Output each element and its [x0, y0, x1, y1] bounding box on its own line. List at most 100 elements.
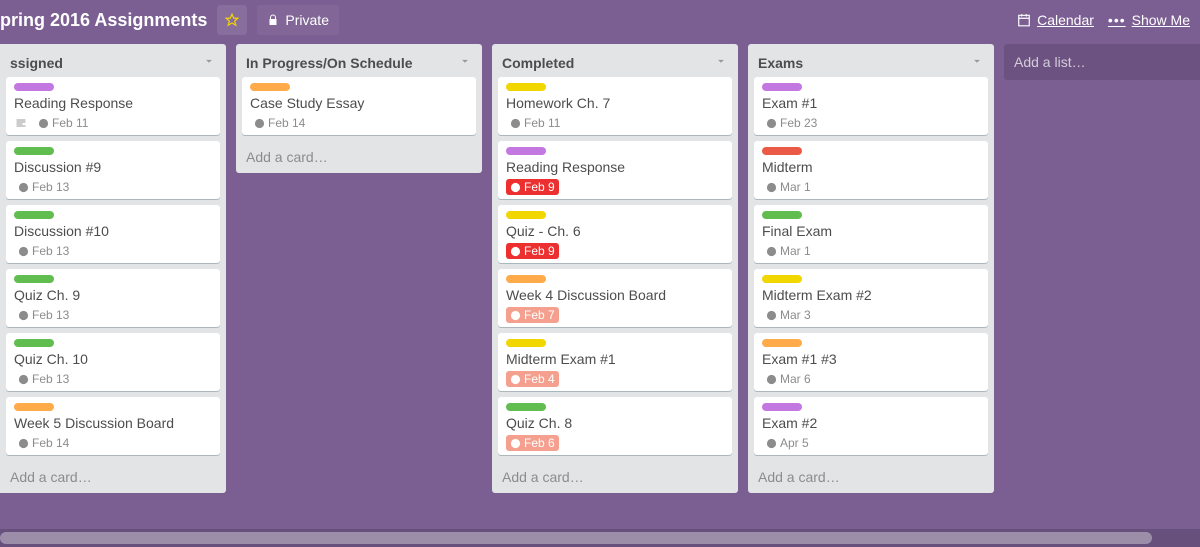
card[interactable]: Exam #1 #3 Mar 6	[754, 333, 988, 391]
list-menu-icon[interactable]	[458, 54, 472, 71]
card[interactable]: Midterm Exam #2 Mar 3	[754, 269, 988, 327]
list-header[interactable]: ssigned	[0, 44, 226, 77]
card[interactable]: Discussion #9 Feb 13	[6, 141, 220, 199]
card[interactable]: Week 5 Discussion Board Feb 14	[6, 397, 220, 455]
horizontal-scrollbar[interactable]	[0, 529, 1200, 547]
card[interactable]: Midterm Mar 1	[754, 141, 988, 199]
due-date-badge: Feb 6	[506, 435, 559, 451]
card-badges: Feb 13	[14, 243, 212, 259]
add-list-button[interactable]: Add a list…	[1004, 44, 1200, 80]
label-row	[506, 83, 724, 91]
list-header[interactable]: Exams	[748, 44, 994, 77]
card[interactable]: Final Exam Mar 1	[754, 205, 988, 263]
card-badges: Mar 6	[762, 371, 980, 387]
card[interactable]: Exam #2 Apr 5	[754, 397, 988, 455]
due-date-badge: Feb 23	[762, 115, 821, 131]
label-row	[762, 211, 980, 219]
due-date-text: Feb 14	[268, 116, 305, 130]
due-date-badge: Feb 13	[14, 307, 73, 323]
card-title: Discussion #10	[14, 223, 212, 239]
due-date-text: Feb 4	[524, 372, 555, 386]
card[interactable]: Quiz - Ch. 6 Feb 9	[498, 205, 732, 263]
card-title: Week 4 Discussion Board	[506, 287, 724, 303]
lock-icon	[267, 14, 279, 26]
label-row	[762, 83, 980, 91]
add-card-button[interactable]: Add a card…	[236, 141, 482, 173]
card[interactable]: Discussion #10 Feb 13	[6, 205, 220, 263]
card-badges: Feb 14	[14, 435, 212, 451]
due-date-badge: Mar 6	[762, 371, 815, 387]
due-date-text: Feb 11	[52, 116, 88, 130]
card-badges: Feb 9	[506, 243, 724, 259]
star-button[interactable]	[217, 5, 247, 35]
card-title: Case Study Essay	[250, 95, 468, 111]
card[interactable]: Homework Ch. 7 Feb 11	[498, 77, 732, 135]
add-card-button[interactable]: Add a card…	[492, 461, 738, 493]
due-date-text: Feb 11	[524, 116, 560, 130]
list-header[interactable]: Completed	[492, 44, 738, 77]
label-row	[250, 83, 468, 91]
add-card-button[interactable]: Add a card…	[0, 461, 226, 493]
card-title: Midterm Exam #2	[762, 287, 980, 303]
card[interactable]: Quiz Ch. 10 Feb 13	[6, 333, 220, 391]
card-title: Exam #1 #3	[762, 351, 980, 367]
card[interactable]: Exam #1 Feb 23	[754, 77, 988, 135]
card[interactable]: Reading Response Feb 9	[498, 141, 732, 199]
list-title: Completed	[502, 55, 574, 71]
card-badges: Feb 23	[762, 115, 980, 131]
card-badges: Mar 3	[762, 307, 980, 323]
due-date-text: Feb 7	[524, 308, 555, 322]
card-badges: Feb 14	[250, 115, 468, 131]
card-title: Discussion #9	[14, 159, 212, 175]
card-label	[14, 275, 54, 283]
list-title: Exams	[758, 55, 803, 71]
cards-container: Homework Ch. 7 Feb 11 Reading Response F…	[492, 77, 738, 461]
privacy-button[interactable]: Private	[257, 5, 339, 35]
due-date-badge: Mar 1	[762, 243, 815, 259]
label-row	[506, 339, 724, 347]
card-label	[14, 211, 54, 219]
list-menu-icon[interactable]	[970, 54, 984, 71]
card[interactable]: Reading Response Feb 11	[6, 77, 220, 135]
board-title[interactable]: pring 2016 Assignments	[0, 10, 207, 31]
menu-label: Show Me	[1132, 12, 1190, 28]
label-row	[14, 339, 212, 347]
card[interactable]: Midterm Exam #1 Feb 4	[498, 333, 732, 391]
card[interactable]: Case Study Essay Feb 14	[242, 77, 476, 135]
scrollbar-thumb[interactable]	[0, 532, 1152, 544]
card[interactable]: Quiz Ch. 9 Feb 13	[6, 269, 220, 327]
due-date-text: Feb 23	[780, 116, 817, 130]
list: In Progress/On Schedule Case Study Essay…	[236, 44, 482, 173]
card-title: Final Exam	[762, 223, 980, 239]
board-canvas[interactable]: ssigned Reading Response Feb 11 Discussi…	[0, 40, 1200, 529]
card-title: Quiz Ch. 10	[14, 351, 212, 367]
card-title: Week 5 Discussion Board	[14, 415, 212, 431]
due-date-text: Feb 9	[524, 180, 555, 194]
due-date-text: Mar 3	[780, 308, 811, 322]
list: Completed Homework Ch. 7 Feb 11 Reading …	[492, 44, 738, 493]
card-title: Reading Response	[14, 95, 212, 111]
calendar-link[interactable]: Calendar	[1017, 12, 1094, 28]
card-badges: Feb 4	[506, 371, 724, 387]
privacy-label: Private	[285, 12, 329, 28]
due-date-badge: Feb 4	[506, 371, 559, 387]
card-label	[506, 403, 546, 411]
list-menu-icon[interactable]	[202, 54, 216, 71]
card-title: Reading Response	[506, 159, 724, 175]
card-badges: Feb 13	[14, 371, 212, 387]
card-badges: Feb 6	[506, 435, 724, 451]
card-label	[14, 403, 54, 411]
card[interactable]: Week 4 Discussion Board Feb 7	[498, 269, 732, 327]
add-card-button[interactable]: Add a card…	[748, 461, 994, 493]
show-menu-link[interactable]: ••• Show Me	[1108, 12, 1190, 28]
ellipsis-icon: •••	[1108, 12, 1126, 28]
label-row	[762, 147, 980, 155]
card-badges: Mar 1	[762, 243, 980, 259]
card[interactable]: Quiz Ch. 8 Feb 6	[498, 397, 732, 455]
due-date-text: Feb 13	[32, 244, 69, 258]
label-row	[14, 83, 212, 91]
label-row	[762, 403, 980, 411]
list-menu-icon[interactable]	[714, 54, 728, 71]
list-header[interactable]: In Progress/On Schedule	[236, 44, 482, 77]
card-title: Midterm Exam #1	[506, 351, 724, 367]
